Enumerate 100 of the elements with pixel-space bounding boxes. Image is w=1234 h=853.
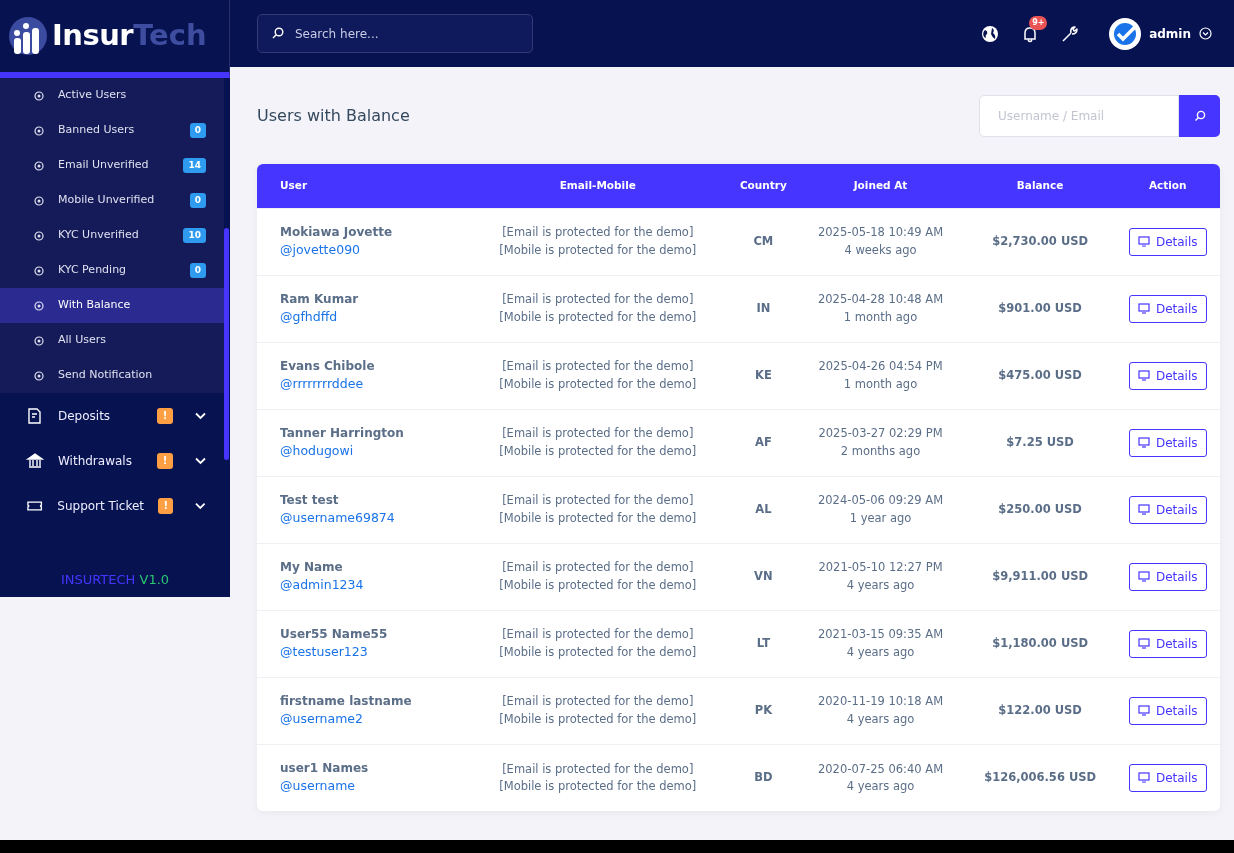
sidebar-item[interactable]: KYC Pending 0 — [0, 253, 224, 288]
user-name: Test test — [280, 492, 340, 510]
details-button[interactable]: Details — [1128, 629, 1207, 658]
search-field[interactable]: Search here... — [257, 14, 533, 53]
joined-ago: 4 years ago — [845, 576, 916, 594]
sidebar-item-label: Support Ticket — [57, 497, 145, 515]
details-button[interactable]: Details — [1128, 763, 1207, 792]
username-link[interactable]: @rrrrrrrrddee — [280, 376, 364, 392]
joined-date: 2025-03-27 02:29 PM — [817, 425, 944, 443]
user-name: Evans Chibole — [280, 358, 376, 376]
balance-amount: $2,730.00 USD — [992, 233, 1089, 248]
circle-dot-icon — [34, 230, 44, 241]
mobile-text: [Mobile is protected for the demo] — [498, 509, 698, 527]
sidebar-menu-item[interactable]: Support Ticket ! — [0, 483, 224, 528]
mobile-text: [Mobile is protected for the demo] — [498, 710, 698, 728]
joined-date: 2025-04-26 04:54 PM — [817, 358, 944, 376]
details-button[interactable]: Details — [1128, 361, 1207, 390]
username-link[interactable]: @admin1234 — [280, 577, 364, 593]
search-icon — [1193, 110, 1206, 122]
chevron-down-icon — [195, 501, 206, 510]
circle-dot-icon — [34, 195, 44, 206]
column-header: Email-Mobile — [465, 164, 731, 208]
balance-amount: $126,006.56 USD — [984, 770, 1097, 785]
monitor-icon — [1137, 236, 1150, 247]
joined-date: 2020-07-25 06:40 AM — [817, 760, 945, 778]
circle-dot-icon — [34, 90, 44, 101]
details-button[interactable]: Details — [1128, 294, 1207, 323]
joined-ago: 4 years ago — [845, 643, 916, 661]
joined-ago: 1 month ago — [842, 375, 919, 393]
alert-badge: ! — [157, 407, 173, 424]
sidebar-item-label: Withdrawals — [58, 452, 132, 470]
user-name: Ram Kumar — [280, 291, 360, 309]
alert-badge: ! — [157, 452, 173, 469]
sidebar-item[interactable]: Mobile Unverified 0 — [0, 183, 224, 218]
username-label[interactable]: admin — [1149, 24, 1191, 43]
monitor-icon — [1137, 370, 1150, 381]
logo-text: InsurTech — [52, 17, 207, 55]
mobile-text: [Mobile is protected for the demo] — [498, 777, 698, 795]
balance-amount: $122.00 USD — [998, 702, 1082, 717]
user-name: firstname lastname — [280, 693, 413, 711]
sidebar-item[interactable]: Active Users — [0, 78, 224, 113]
details-button[interactable]: Details — [1128, 227, 1207, 256]
username-link[interactable]: @jovette090 — [280, 242, 361, 258]
chevron-down-icon[interactable] — [1199, 27, 1212, 40]
joined-ago: 2 months ago — [839, 442, 922, 460]
circle-dot-icon — [34, 265, 44, 276]
email-text: [Email is protected for the demo] — [501, 760, 695, 778]
page-title: Users with Balance — [257, 106, 410, 126]
sidebar-item-label: KYC Pending — [58, 262, 127, 279]
username-link[interactable]: @gfhdffd — [280, 309, 338, 325]
country-code: BD — [754, 770, 773, 785]
count-badge: 10 — [183, 227, 206, 244]
details-button[interactable]: Details — [1128, 696, 1207, 725]
joined-date: 2024-05-06 09:29 AM — [817, 492, 945, 510]
email-text: [Email is protected for the demo] — [501, 291, 695, 309]
username-search-field[interactable]: Username / Email — [979, 95, 1179, 137]
sidebar-item-label: With Balance — [58, 297, 131, 314]
user-name: Mokiawa Jovette — [280, 224, 394, 242]
scrollbar-thumb[interactable] — [224, 228, 229, 460]
username-link[interactable]: @username2 — [280, 711, 363, 727]
logo-icon — [8, 16, 48, 56]
user-name: user1 Names — [280, 760, 370, 778]
wrench-icon[interactable] — [1061, 24, 1080, 43]
details-button[interactable]: Details — [1128, 562, 1207, 591]
joined-date: 2021-05-10 12:27 PM — [817, 559, 944, 577]
chevron-down-icon — [195, 411, 206, 420]
user-name: Tanner Harrington — [280, 425, 405, 443]
circle-dot-icon — [34, 370, 44, 381]
username-link[interactable]: @username — [280, 778, 355, 794]
avatar[interactable] — [1109, 17, 1142, 50]
email-text: [Email is protected for the demo] — [501, 224, 695, 242]
joined-date: 2025-04-28 10:48 AM — [817, 291, 945, 309]
sidebar-item[interactable]: Email Unverified 14 — [0, 148, 224, 183]
mobile-text: [Mobile is protected for the demo] — [498, 643, 698, 661]
sidebar-menu-item[interactable]: Deposits ! — [0, 393, 224, 438]
notification-count: 9+ — [1029, 15, 1048, 30]
sidebar-item[interactable]: All Users — [0, 323, 224, 358]
monitor-icon — [1137, 437, 1150, 448]
sidebar-item-label: Banned Users — [58, 122, 135, 139]
circle-dot-icon — [34, 300, 44, 311]
details-button[interactable]: Details — [1128, 428, 1207, 457]
username-link[interactable]: @testuser123 — [280, 644, 368, 660]
sidebar-menu-item[interactable]: Withdrawals ! — [0, 438, 224, 483]
column-header: User — [257, 164, 466, 208]
joined-ago: 4 years ago — [845, 777, 916, 795]
joined-ago: 1 month ago — [842, 308, 919, 326]
details-button[interactable]: Details — [1128, 495, 1207, 524]
sidebar-item[interactable]: KYC Unverified 10 — [0, 218, 224, 253]
sidebar-item[interactable]: With Balance — [0, 288, 224, 323]
email-text: [Email is protected for the demo] — [501, 559, 695, 577]
column-header: Balance — [964, 164, 1116, 208]
globe-icon[interactable] — [981, 24, 1000, 43]
search-button[interactable] — [1179, 95, 1220, 137]
monitor-icon — [1137, 638, 1150, 649]
sidebar-item[interactable]: Send Notification — [0, 358, 224, 393]
username-link[interactable]: @username69874 — [280, 510, 395, 526]
sidebar-item[interactable]: Banned Users 0 — [0, 113, 224, 148]
column-header: Action — [1115, 164, 1220, 208]
country-code: IN — [756, 300, 771, 315]
username-link[interactable]: @hodugowi — [280, 443, 354, 459]
